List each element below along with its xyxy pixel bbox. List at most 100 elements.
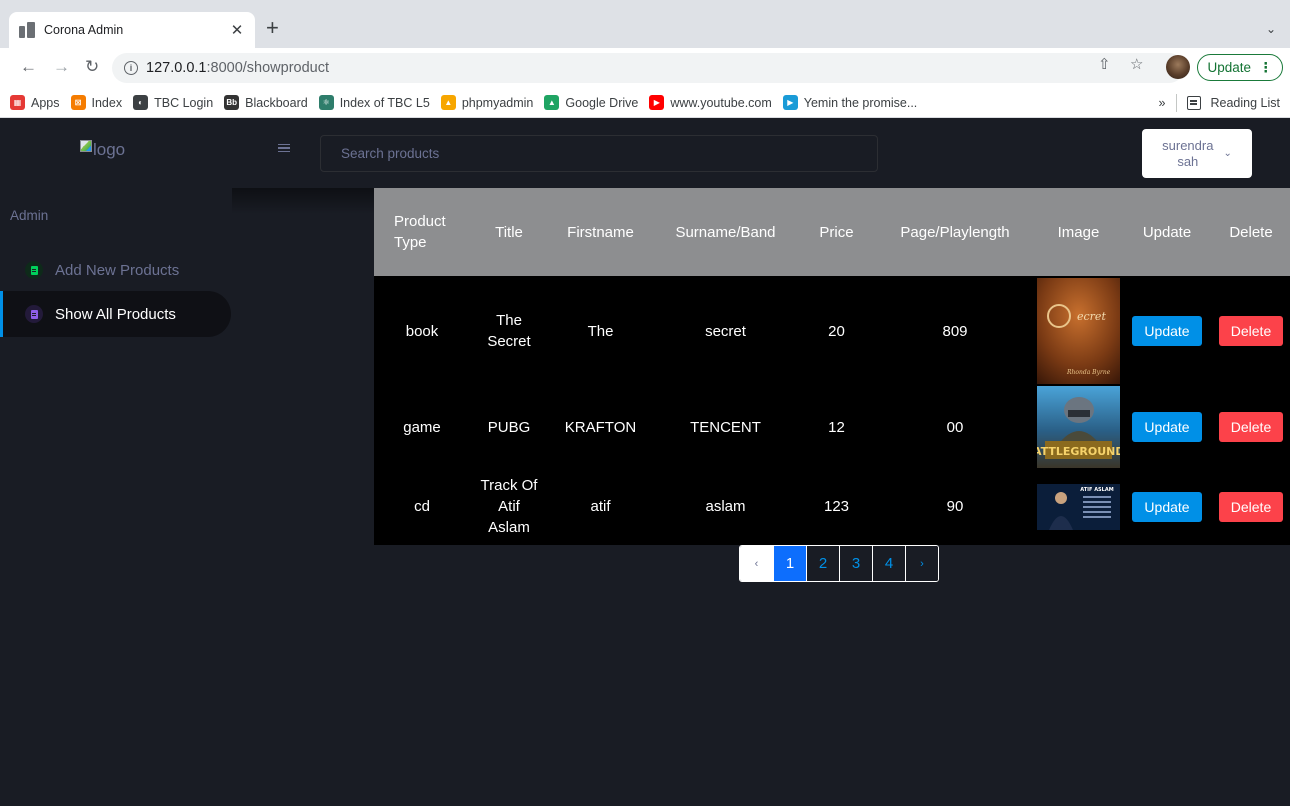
tab-search-chevron-icon[interactable]: ⌄: [1266, 22, 1276, 36]
delete-button[interactable]: Delete: [1218, 412, 1284, 442]
column-header: Delete: [1212, 188, 1290, 276]
bookmark-label: Yemin the promise...: [803, 95, 918, 110]
bookmark-label: www.youtube.com: [670, 95, 772, 110]
page-link-1[interactable]: 1: [773, 546, 806, 581]
search-input[interactable]: [320, 135, 878, 172]
svg-text:Rhonda Byrne: Rhonda Byrne: [1066, 369, 1111, 376]
chevron-down-icon: ⌄: [1223, 148, 1232, 159]
reading-list-button[interactable]: Reading List: [1211, 96, 1281, 110]
cell-surname: aslam: [653, 468, 798, 545]
cell-price: 123: [798, 468, 875, 545]
column-header: Firstname: [548, 188, 653, 276]
atif-aslam-cover-image: ATIF ASLAM: [1037, 483, 1120, 530]
bookmark-favicon-icon: ▲: [440, 95, 456, 110]
site-info-icon[interactable]: i: [124, 61, 138, 75]
cell-image: BATTLEGROUNDS: [1035, 386, 1122, 468]
delete-button[interactable]: Delete: [1218, 491, 1284, 522]
bookmark-item[interactable]: Bb Blackboard: [224, 95, 308, 110]
bookmark-item[interactable]: ▦ Apps: [10, 95, 60, 110]
bookmarks-overflow-button[interactable]: »: [1159, 96, 1166, 110]
bookmark-favicon-icon: ▦: [10, 95, 25, 110]
user-name: surendra sah: [1162, 137, 1214, 169]
reload-icon[interactable]: ↻: [85, 57, 99, 77]
update-button[interactable]: Update: [1132, 491, 1202, 522]
broken-image-icon: [80, 140, 92, 152]
back-icon[interactable]: ←: [20, 57, 37, 77]
update-label: Update: [1207, 60, 1252, 75]
table-header-row: Product Type Title Firstname Surname/Ban…: [374, 188, 1290, 276]
bookmark-item[interactable]: ▶ www.youtube.com: [649, 95, 772, 110]
page-link-4[interactable]: 4: [872, 546, 905, 581]
bookmark-favicon-icon: ▶: [649, 95, 665, 110]
bookmark-item[interactable]: ⊠ Index: [70, 95, 123, 110]
update-button[interactable]: Update: [1132, 412, 1202, 442]
bookmark-label: phpmyadmin: [461, 95, 534, 110]
cell-type: game: [374, 386, 470, 468]
cell-type: book: [374, 276, 470, 386]
bookmark-label: Apps: [31, 95, 60, 110]
column-header: Title: [470, 188, 548, 276]
cell-length: 809: [875, 276, 1035, 386]
bookmark-label: Google Drive: [565, 95, 639, 110]
forward-icon[interactable]: →: [53, 57, 70, 77]
sidebar-title: Admin: [10, 208, 49, 223]
new-tab-button[interactable]: +: [266, 17, 279, 39]
column-header: Price: [798, 188, 875, 276]
cell-delete: Delete: [1212, 386, 1290, 468]
sidebar-item-label: Show All Products: [55, 305, 176, 323]
close-tab-icon[interactable]: ✕: [229, 21, 245, 39]
cell-title: Track Of Atif Aslam: [470, 468, 548, 545]
cell-title: The Secret: [470, 276, 548, 386]
admin-app: logo surendra sah ⌄ Admin Add New Produc…: [0, 118, 1290, 806]
address-bar[interactable]: i 127.0.0.1:8000/showproduct: [112, 53, 1184, 83]
profile-avatar[interactable]: [1166, 55, 1190, 79]
bookmark-item[interactable]: ▲ Google Drive: [544, 95, 638, 110]
sidebar-item-add-new-products[interactable]: Add New Products: [0, 247, 231, 293]
cell-firstname: KRAFTON: [548, 386, 653, 468]
products-table: Product Type Title Firstname Surname/Ban…: [374, 188, 1290, 545]
bookmark-item[interactable]: ▶ Yemin the promise...: [782, 95, 918, 110]
cell-firstname: atif: [548, 468, 653, 545]
url-path: :8000/showproduct: [206, 60, 330, 76]
share-icon[interactable]: ⇧: [1098, 55, 1111, 73]
delete-button[interactable]: Delete: [1218, 316, 1284, 346]
logo[interactable]: logo: [80, 140, 125, 159]
top-navbar: logo surendra sah ⌄: [0, 118, 1290, 188]
bookmark-star-icon[interactable]: ☆: [1130, 55, 1143, 73]
column-header: Product Type: [374, 188, 470, 276]
bookmark-item[interactable]: ◐ TBC Login: [133, 95, 213, 110]
bookmark-favicon-icon: ▲: [544, 95, 560, 110]
browser-tab[interactable]: Corona Admin ✕: [9, 12, 255, 48]
bookmarks-right: » Reading List: [1159, 88, 1280, 118]
document-icon: [25, 261, 43, 279]
sidebar-item-show-all-products[interactable]: Show All Products: [0, 291, 231, 337]
svg-text:ATIF ASLAM: ATIF ASLAM: [1080, 487, 1113, 493]
table-row: game PUBG KRAFTON TENCENT 12 00 BATTLEGR…: [374, 386, 1290, 468]
next-page-button[interactable]: ›: [905, 546, 938, 581]
bookmark-item[interactable]: ⚛ Index of TBC L5: [318, 95, 430, 110]
cell-update: Update: [1122, 386, 1212, 468]
bookmark-item[interactable]: ▲ phpmyadmin: [440, 95, 534, 110]
cell-price: 20: [798, 276, 875, 386]
cell-length: 00: [875, 386, 1035, 468]
bookmark-favicon-icon: ▶: [782, 95, 798, 110]
cell-surname: secret: [653, 276, 798, 386]
pubg-cover-image: BATTLEGROUNDS: [1037, 386, 1120, 468]
user-dropdown[interactable]: surendra sah ⌄: [1142, 129, 1252, 178]
cell-update: Update: [1122, 468, 1212, 545]
bookmark-label: Index: [91, 95, 123, 110]
update-button[interactable]: Update: [1132, 316, 1202, 346]
cell-delete: Delete: [1212, 468, 1290, 545]
browser-update-button[interactable]: Update ⋮: [1197, 54, 1283, 81]
site-favicon-icon: [19, 22, 35, 38]
bookmarks-bar: ▦ Apps ⊠ Index ◐ TBC Login Bb Blackboard ⚛ Index …: [0, 88, 1290, 118]
content-shadow: [232, 188, 374, 214]
document-icon: [25, 305, 43, 323]
menu-toggle-icon[interactable]: [278, 144, 290, 152]
previous-page-button[interactable]: ‹: [740, 546, 773, 581]
page-link-3[interactable]: 3: [839, 546, 872, 581]
table-row: book The Secret The secret 20 809 ecret …: [374, 276, 1290, 386]
page-link-2[interactable]: 2: [806, 546, 839, 581]
pagination: ‹ 1 2 3 4 ›: [739, 545, 939, 582]
tab-title: Corona Admin: [44, 23, 124, 37]
